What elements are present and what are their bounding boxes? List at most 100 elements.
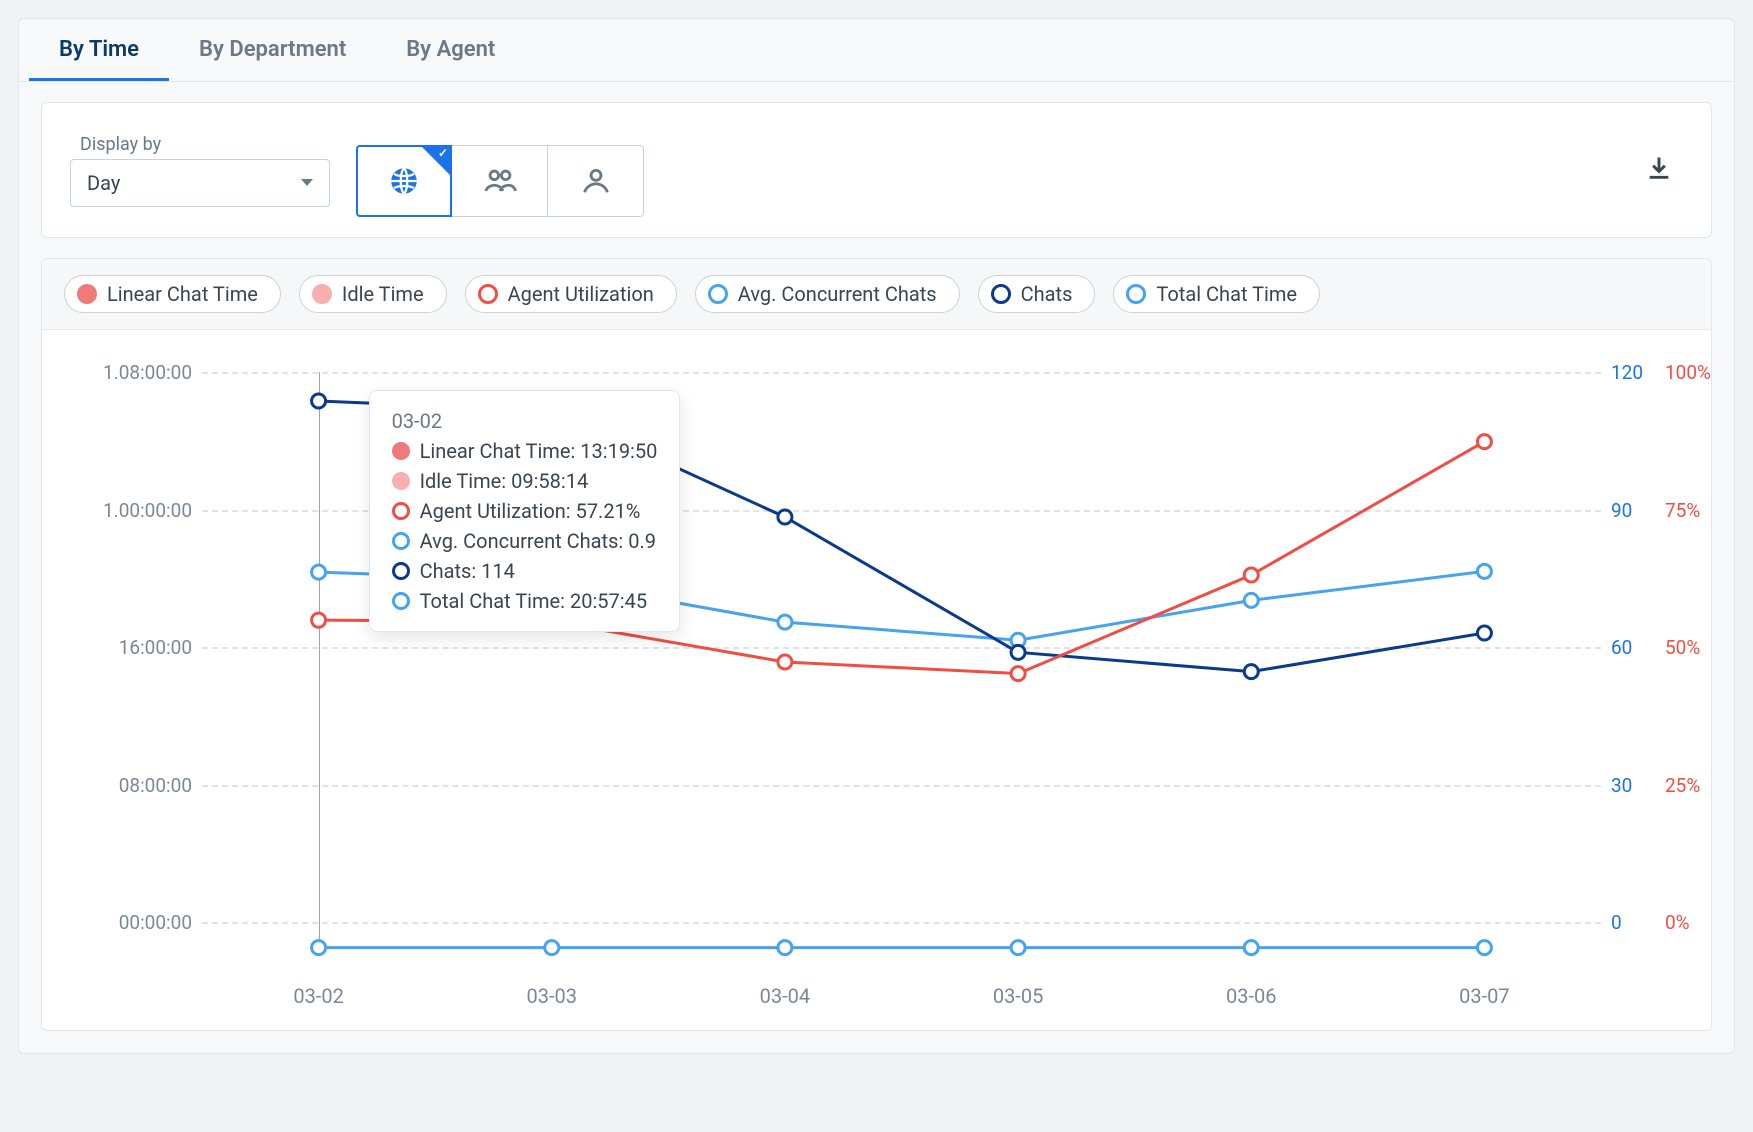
idle_time-swatch-icon [312,284,332,304]
legend-total_chat_time[interactable]: Total Chat Time [1113,275,1320,313]
y-right2-tick: 50% [1665,636,1700,659]
tab-bar: By Time By Department By Agent [19,19,1734,82]
avg-concurrent-point [545,941,559,955]
avg-concurrent-point [1477,941,1491,955]
x-tick: 03-04 [760,984,811,1008]
legend-label: Total Chat Time [1156,282,1297,306]
total-chat-time-point [1244,593,1258,607]
legend-label: Avg. Concurrent Chats [738,282,937,306]
agent-utilization-point [1477,435,1491,449]
legend-label: Linear Chat Time [107,282,258,306]
y-left-tick: 1.00:00:00 [52,499,192,522]
tooltip-text: Linear Chat Time: 13:19:50 [420,439,658,463]
display-by-value: Day [87,171,120,195]
legend-strip: Linear Chat Time Idle Time Agent Utilizati… [42,259,1711,330]
y-left-tick: 1.08:00:00 [52,361,192,384]
avg-concurrent-point [778,941,792,955]
legend-agent_utilization[interactable]: Agent Utilization [465,275,677,313]
tooltip-text: Total Chat Time: 20:57:45 [420,589,648,613]
avg-concurrent-point [1011,941,1025,955]
view-group-button[interactable] [452,145,548,217]
tooltip-swatch-icon [392,442,410,460]
tooltip-row: Linear Chat Time: 13:19:50 [392,439,658,463]
people-icon [483,164,517,198]
total-chat-time-point [312,565,326,579]
y-right2-tick: 0% [1665,911,1690,934]
tooltip-row: Agent Utilization: 57.21% [392,499,658,523]
total-chat-time-point [1477,564,1491,578]
tooltip-text: Avg. Concurrent Chats: 0.9 [420,529,656,553]
legend-label: Chats [1021,282,1073,306]
tab-by-agent[interactable]: By Agent [376,19,525,81]
tab-by-time[interactable]: By Time [29,19,169,81]
chats-point [1011,645,1025,659]
controls-panel: Display by Day [41,102,1712,238]
avg_concurrent-swatch-icon [708,284,728,304]
analytics-container: By Time By Department By Agent Display b… [18,18,1735,1054]
agent-utilization-point [1244,568,1258,582]
display-by-select[interactable]: Day [70,159,330,207]
tooltip-row: Chats: 114 [392,559,658,583]
tooltip-date: 03-02 [392,409,658,433]
chats-point [1477,626,1491,640]
download-button[interactable] [1635,144,1683,196]
chart-area: 00:00:0000%08:00:003025%16:00:006050%1.0… [42,330,1711,1030]
legend-chats[interactable]: Chats [978,275,1096,313]
tooltip-row: Idle Time: 09:58:14 [392,469,658,493]
view-global-button[interactable] [356,145,452,217]
chats-point [778,510,792,524]
x-tick: 03-03 [527,984,578,1008]
tooltip-row: Total Chat Time: 20:57:45 [392,589,658,613]
tooltip-swatch-icon [392,472,410,490]
x-tick: 03-06 [1226,984,1277,1008]
y-right2-tick: 75% [1665,499,1700,522]
chart-panel: Linear Chat Time Idle Time Agent Utilizati… [41,258,1712,1031]
person-icon [579,164,613,198]
chevron-down-icon [301,179,313,186]
view-agent-button[interactable] [548,145,644,217]
x-tick: 03-02 [293,984,344,1008]
tooltip-row: Avg. Concurrent Chats: 0.9 [392,529,658,553]
view-button-group [356,145,644,217]
y-right2-tick: 100% [1665,361,1711,384]
total-chat-time-point [778,615,792,629]
tab-by-department[interactable]: By Department [169,19,376,81]
display-by-label: Display by [80,134,330,155]
agent-utilization-point [1011,667,1025,681]
legend-label: Agent Utilization [508,282,654,306]
y-right1-tick: 120 [1611,361,1643,384]
download-icon [1645,154,1673,182]
linear_chat_time-swatch-icon [77,284,97,304]
x-tick: 03-05 [993,984,1044,1008]
total_chat_time-swatch-icon [1126,284,1146,304]
tooltip-text: Idle Time: 09:58:14 [420,469,589,493]
y-left-tick: 16:00:00 [52,636,192,659]
chats-point [1244,665,1258,679]
chats-point [312,394,326,408]
legend-linear_chat_time[interactable]: Linear Chat Time [64,275,281,313]
y-right1-tick: 30 [1611,774,1632,797]
chart-tooltip: 03-02 Linear Chat Time: 13:19:50 Idle Tim… [369,390,681,632]
tooltip-text: Agent Utilization: 57.21% [420,499,641,523]
tooltip-swatch-icon [392,592,410,610]
avg-concurrent-point [1244,941,1258,955]
tooltip-swatch-icon [392,532,410,550]
y-left-tick: 00:00:00 [52,911,192,934]
x-tick: 03-07 [1459,984,1510,1008]
y-left-tick: 08:00:00 [52,774,192,797]
tooltip-swatch-icon [392,502,410,520]
chats-swatch-icon [991,284,1011,304]
y-right1-tick: 60 [1611,636,1632,659]
legend-label: Idle Time [342,282,424,306]
y-right1-tick: 90 [1611,499,1632,522]
tooltip-text: Chats: 114 [420,559,515,583]
agent-utilization-point [312,613,326,627]
y-right1-tick: 0 [1611,911,1622,934]
globe-icon [387,164,421,198]
agent_utilization-swatch-icon [478,284,498,304]
avg-concurrent-point [312,941,326,955]
display-by-field: Display by Day [70,134,330,207]
legend-avg_concurrent[interactable]: Avg. Concurrent Chats [695,275,960,313]
tooltip-swatch-icon [392,562,410,580]
legend-idle_time[interactable]: Idle Time [299,275,447,313]
